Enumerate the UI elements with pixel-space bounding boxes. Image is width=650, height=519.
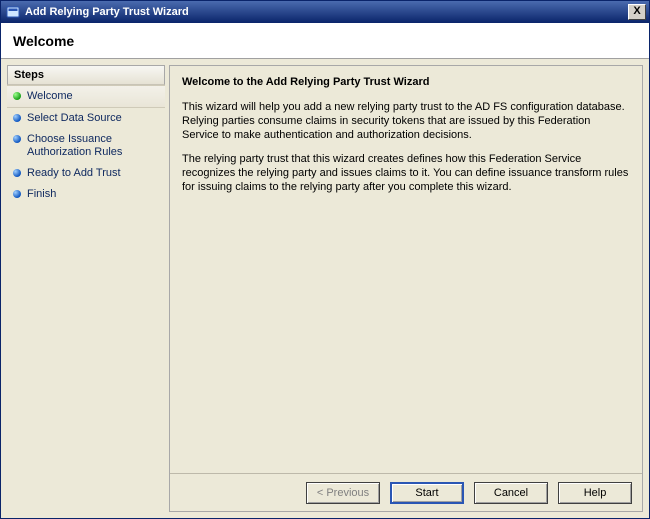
step-bullet-icon: [13, 169, 21, 177]
banner-heading: Welcome: [13, 33, 74, 49]
step-bullet-icon: [13, 190, 21, 198]
previous-button: < Previous: [306, 482, 380, 504]
step-bullet-icon: [13, 135, 21, 143]
steps-panel: Steps Welcome Select Data Source Choose Is…: [7, 65, 165, 512]
title-text: Add Relying Party Trust Wizard: [25, 6, 628, 18]
step-item-3[interactable]: Ready to Add Trust: [7, 163, 165, 184]
help-button[interactable]: Help: [558, 482, 632, 504]
close-button[interactable]: X: [628, 4, 646, 20]
content-inner: Welcome to the Add Relying Party Trust W…: [170, 66, 642, 473]
title-bar: Add Relying Party Trust Wizard X: [1, 1, 649, 23]
button-bar: < Previous Start Cancel Help: [170, 473, 642, 511]
start-button[interactable]: Start: [390, 482, 464, 504]
cancel-button[interactable]: Cancel: [474, 482, 548, 504]
content-heading: Welcome to the Add Relying Party Trust W…: [182, 76, 630, 88]
step-label: Select Data Source: [27, 112, 122, 125]
app-icon: [5, 4, 21, 20]
step-item-2[interactable]: Choose Issuance Authorization Rules: [7, 129, 165, 163]
content-paragraph-2: The relying party trust that this wizard…: [182, 152, 630, 194]
wizard-window: Add Relying Party Trust Wizard X Welcome…: [0, 0, 650, 519]
step-label: Finish: [27, 188, 56, 201]
close-icon: X: [633, 5, 640, 17]
step-bullet-icon: [13, 92, 21, 100]
content-paragraph-1: This wizard will help you add a new rely…: [182, 100, 630, 142]
step-label: Welcome: [27, 90, 73, 103]
wizard-body: Steps Welcome Select Data Source Choose Is…: [1, 59, 649, 518]
page-banner: Welcome: [1, 23, 649, 59]
step-item-0[interactable]: Welcome: [7, 85, 165, 108]
steps-list: Welcome Select Data Source Choose Issuance…: [7, 85, 165, 512]
step-bullet-icon: [13, 114, 21, 122]
steps-header: Steps: [7, 65, 165, 85]
content-panel: Welcome to the Add Relying Party Trust W…: [169, 65, 643, 512]
step-item-1[interactable]: Select Data Source: [7, 108, 165, 129]
step-label: Ready to Add Trust: [27, 167, 121, 180]
step-item-4[interactable]: Finish: [7, 184, 165, 205]
step-label: Choose Issuance Authorization Rules: [27, 133, 161, 159]
